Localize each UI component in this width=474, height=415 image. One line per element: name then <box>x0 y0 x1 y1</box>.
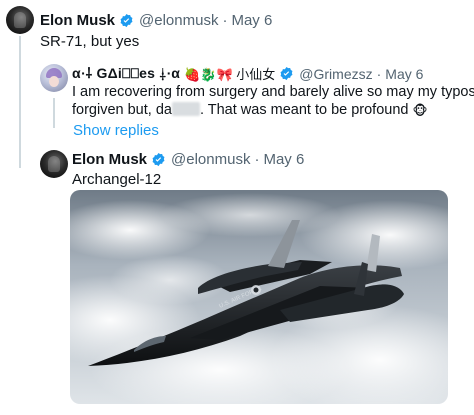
reply-text-part-a: forgiven but, da <box>72 102 172 118</box>
tweet1-handle[interactable]: @elonmusk <box>139 12 218 29</box>
redacted-word <box>171 102 200 116</box>
reply-text-line1: I am recovering from surgery and barely … <box>72 84 474 100</box>
reply-author-name[interactable]: α·⸸ GΔi⎕⎕es ⸸·α <box>72 64 180 83</box>
tweet2-handle[interactable]: @elonmusk <box>171 151 250 168</box>
reply-text-line2: forgiven but, da . That was meant to be p… <box>72 100 428 121</box>
separator-dot: · <box>254 151 260 168</box>
reply-handle[interactable]: @Grimezsz <box>299 66 372 82</box>
tweet2-header: Elon Musk @elonmusk · May 6 <box>72 151 304 168</box>
tweet1-header: Elon Musk @elonmusk · May 6 <box>40 12 272 29</box>
thread-line-reply <box>53 98 55 128</box>
reply-name-emoji: 🍓🐉🎀 小仙女 <box>184 67 276 82</box>
verified-badge-icon <box>279 66 294 81</box>
aircraft-photo: U.S. AIR FORCE <box>70 190 448 404</box>
elon-avatar-top[interactable] <box>6 6 34 34</box>
thread-line-top <box>19 36 21 168</box>
elon-avatar-main[interactable] <box>40 150 68 178</box>
tweet2-author-name[interactable]: Elon Musk <box>72 151 147 168</box>
verified-badge-icon <box>119 13 134 28</box>
tweet2-date[interactable]: May 6 <box>263 151 304 168</box>
tweet1-text: SR-71, but yes <box>40 33 140 50</box>
reply-text-part-b: . That was meant to be profound <box>199 102 409 118</box>
tweet1-author-name[interactable]: Elon Musk <box>40 12 115 29</box>
reply-header: α·⸸ GΔi⎕⎕es ⸸·α 🍓🐉🎀 小仙女 @Grimezsz · May … <box>72 64 423 83</box>
reply-date[interactable]: May 6 <box>385 66 423 82</box>
tweet-media-image[interactable]: U.S. AIR FORCE <box>70 190 448 404</box>
grimes-avatar[interactable] <box>40 64 68 92</box>
tweet2-text: Archangel-12 <box>72 171 162 188</box>
separator-dot: · <box>376 65 382 82</box>
separator-dot: · <box>222 12 228 29</box>
tweet1-date[interactable]: May 6 <box>231 12 272 29</box>
verified-badge-icon <box>151 152 166 167</box>
show-replies-link[interactable]: Show replies <box>73 122 159 139</box>
monkey-emoji: 🐵 <box>412 103 428 118</box>
